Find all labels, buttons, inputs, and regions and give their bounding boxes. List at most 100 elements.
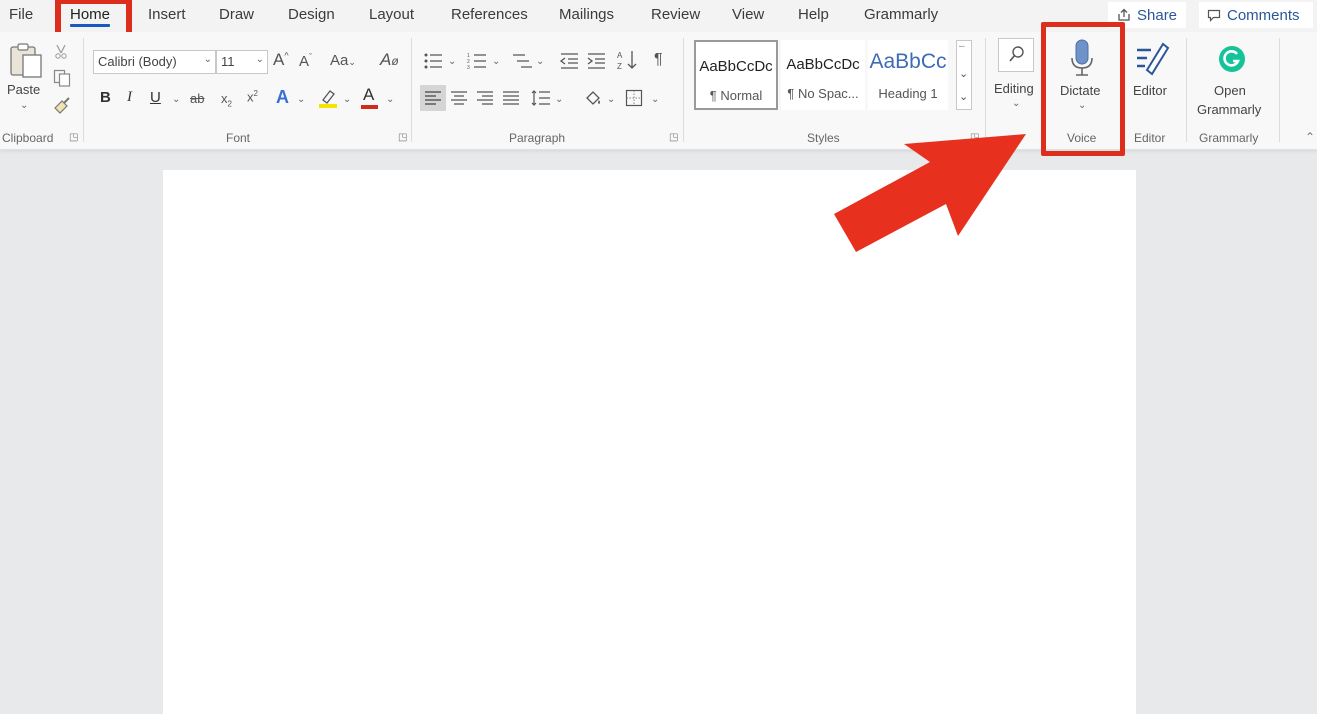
line-spacing-icon[interactable] (531, 89, 551, 107)
document-page[interactable] (163, 170, 1136, 714)
change-case-icon[interactable]: Aa⌄ (330, 53, 356, 68)
font-size-box[interactable]: 11 ⌄ (216, 50, 268, 74)
gallery-down-icon[interactable]: ⌄ (959, 67, 968, 80)
style-no-spacing[interactable]: AaBbCcDc ¶ No Spac... (781, 40, 865, 110)
group-separator (683, 38, 684, 142)
superscript-icon[interactable]: x2 (247, 90, 258, 104)
editor-label[interactable]: Editor (1133, 83, 1167, 98)
search-icon (1009, 46, 1024, 62)
tab-review[interactable]: Review (651, 6, 700, 23)
multilevel-list-icon[interactable] (511, 52, 533, 70)
underline-icon[interactable]: U (150, 90, 161, 105)
paste-dropdown-icon[interactable]: ⌄ (20, 100, 28, 111)
dictate-highlight (1041, 22, 1125, 156)
copy-icon[interactable] (53, 69, 71, 87)
open-grammarly-line1[interactable]: Open (1214, 83, 1246, 98)
tab-grammarly[interactable]: Grammarly (864, 6, 938, 23)
text-effects-icon[interactable]: A (276, 88, 289, 106)
clipboard-launcher-icon[interactable]: ◳ (69, 132, 78, 143)
italic-icon[interactable]: I (127, 90, 132, 105)
increase-indent-icon[interactable] (586, 52, 606, 70)
svg-text:Z: Z (617, 62, 622, 71)
tab-file[interactable]: File (9, 6, 33, 23)
font-size-value: 11 (221, 54, 235, 69)
grammarly-icon[interactable] (1218, 45, 1246, 73)
comment-icon (1207, 9, 1221, 22)
font-name-dropdown-icon[interactable]: ⌄ (204, 54, 212, 65)
bullets-dropdown-icon[interactable]: ⌄ (448, 56, 456, 67)
tab-design[interactable]: Design (288, 6, 335, 23)
show-formatting-marks-icon[interactable]: ¶ (654, 52, 663, 68)
style-name: Heading 1 (878, 86, 938, 101)
tab-view[interactable]: View (732, 6, 764, 23)
editor-group-label: Editor (1134, 131, 1166, 145)
align-center-icon[interactable] (450, 90, 468, 106)
editing-dropdown-icon[interactable]: ⌄ (1012, 98, 1020, 109)
editing-label[interactable]: Editing (994, 81, 1034, 96)
justify-icon[interactable] (502, 90, 520, 106)
font-launcher-icon[interactable]: ◳ (398, 132, 407, 143)
tab-help[interactable]: Help (798, 6, 829, 23)
cut-icon[interactable] (54, 44, 68, 60)
font-color-dropdown-icon[interactable]: ⌄ (386, 94, 394, 105)
tab-draw[interactable]: Draw (219, 6, 254, 23)
strikethrough-icon[interactable]: ab (190, 92, 204, 105)
styles-gallery-scroll[interactable]: ‒ ⌄ ⌄ (956, 40, 972, 110)
decrease-indent-icon[interactable] (559, 52, 579, 70)
sort-icon[interactable]: AZ (616, 49, 638, 71)
line-spacing-dropdown-icon[interactable]: ⌄ (555, 94, 563, 105)
clipboard-group-label: Clipboard (2, 131, 54, 145)
highlight-dropdown-icon[interactable]: ⌄ (343, 94, 351, 105)
font-color-icon[interactable]: A (363, 86, 374, 103)
paragraph-launcher-icon[interactable]: ◳ (669, 132, 678, 143)
collapse-ribbon-icon[interactable]: ⌃ (1305, 130, 1315, 144)
format-painter-icon[interactable] (52, 96, 72, 116)
font-size-dropdown-icon[interactable]: ⌄ (256, 54, 264, 65)
gallery-up-icon[interactable]: ‒ (959, 41, 965, 52)
font-color-swatch (361, 105, 378, 109)
comments-button[interactable]: Comments (1199, 2, 1313, 28)
group-separator (411, 38, 412, 142)
tab-mailings[interactable]: Mailings (559, 6, 614, 23)
share-icon (1118, 8, 1130, 21)
comments-label: Comments (1227, 6, 1300, 24)
style-normal[interactable]: AaBbCcDc ¶ Normal (694, 40, 778, 110)
shrink-font-icon[interactable]: Aˇ (299, 53, 312, 70)
bold-icon[interactable]: B (100, 90, 111, 105)
paste-label[interactable]: Paste (7, 82, 40, 97)
styles-gallery: AaBbCcDc ¶ Normal AaBbCcDc ¶ No Spac... … (694, 40, 974, 110)
grow-font-icon[interactable]: A^ (273, 51, 289, 68)
svg-text:3: 3 (467, 65, 470, 70)
numbering-dropdown-icon[interactable]: ⌄ (492, 56, 500, 67)
tab-references[interactable]: References (451, 6, 528, 23)
underline-dropdown-icon[interactable]: ⌄ (172, 94, 180, 105)
gallery-more-icon[interactable]: ⌄ (959, 90, 968, 103)
editor-icon[interactable] (1133, 40, 1171, 76)
borders-dropdown-icon[interactable]: ⌄ (651, 94, 659, 105)
style-name: ¶ Normal (709, 88, 763, 103)
multilevel-dropdown-icon[interactable]: ⌄ (536, 56, 544, 67)
font-name-box[interactable]: Calibri (Body) ⌄ (93, 50, 216, 74)
highlight-icon[interactable] (317, 87, 339, 109)
tab-insert[interactable]: Insert (148, 6, 186, 23)
align-right-icon[interactable] (476, 90, 494, 106)
style-heading-1[interactable]: AaBbCc Heading 1 (868, 40, 948, 110)
align-left-icon[interactable] (424, 90, 442, 106)
open-grammarly-line2[interactable]: Grammarly (1197, 102, 1261, 117)
grammarly-group-label: Grammarly (1199, 131, 1259, 145)
editing-button-frame[interactable] (998, 38, 1034, 72)
numbering-icon[interactable]: 123 (467, 52, 487, 70)
shading-icon[interactable] (583, 88, 603, 108)
paste-icon[interactable] (9, 41, 45, 79)
shading-dropdown-icon[interactable]: ⌄ (607, 94, 615, 105)
subscript-icon[interactable]: x2 (221, 92, 232, 109)
tab-layout[interactable]: Layout (369, 6, 414, 23)
font-name-value: Calibri (Body) (98, 54, 177, 69)
text-effects-dropdown-icon[interactable]: ⌄ (297, 94, 305, 105)
clear-formatting-icon[interactable]: Aø (380, 51, 399, 68)
bullets-icon[interactable] (423, 52, 443, 70)
styles-launcher-icon[interactable]: ◳ (970, 132, 979, 143)
styles-group-label: Styles (807, 131, 840, 145)
paragraph-group-label: Paragraph (509, 131, 566, 145)
borders-icon[interactable] (625, 89, 643, 107)
